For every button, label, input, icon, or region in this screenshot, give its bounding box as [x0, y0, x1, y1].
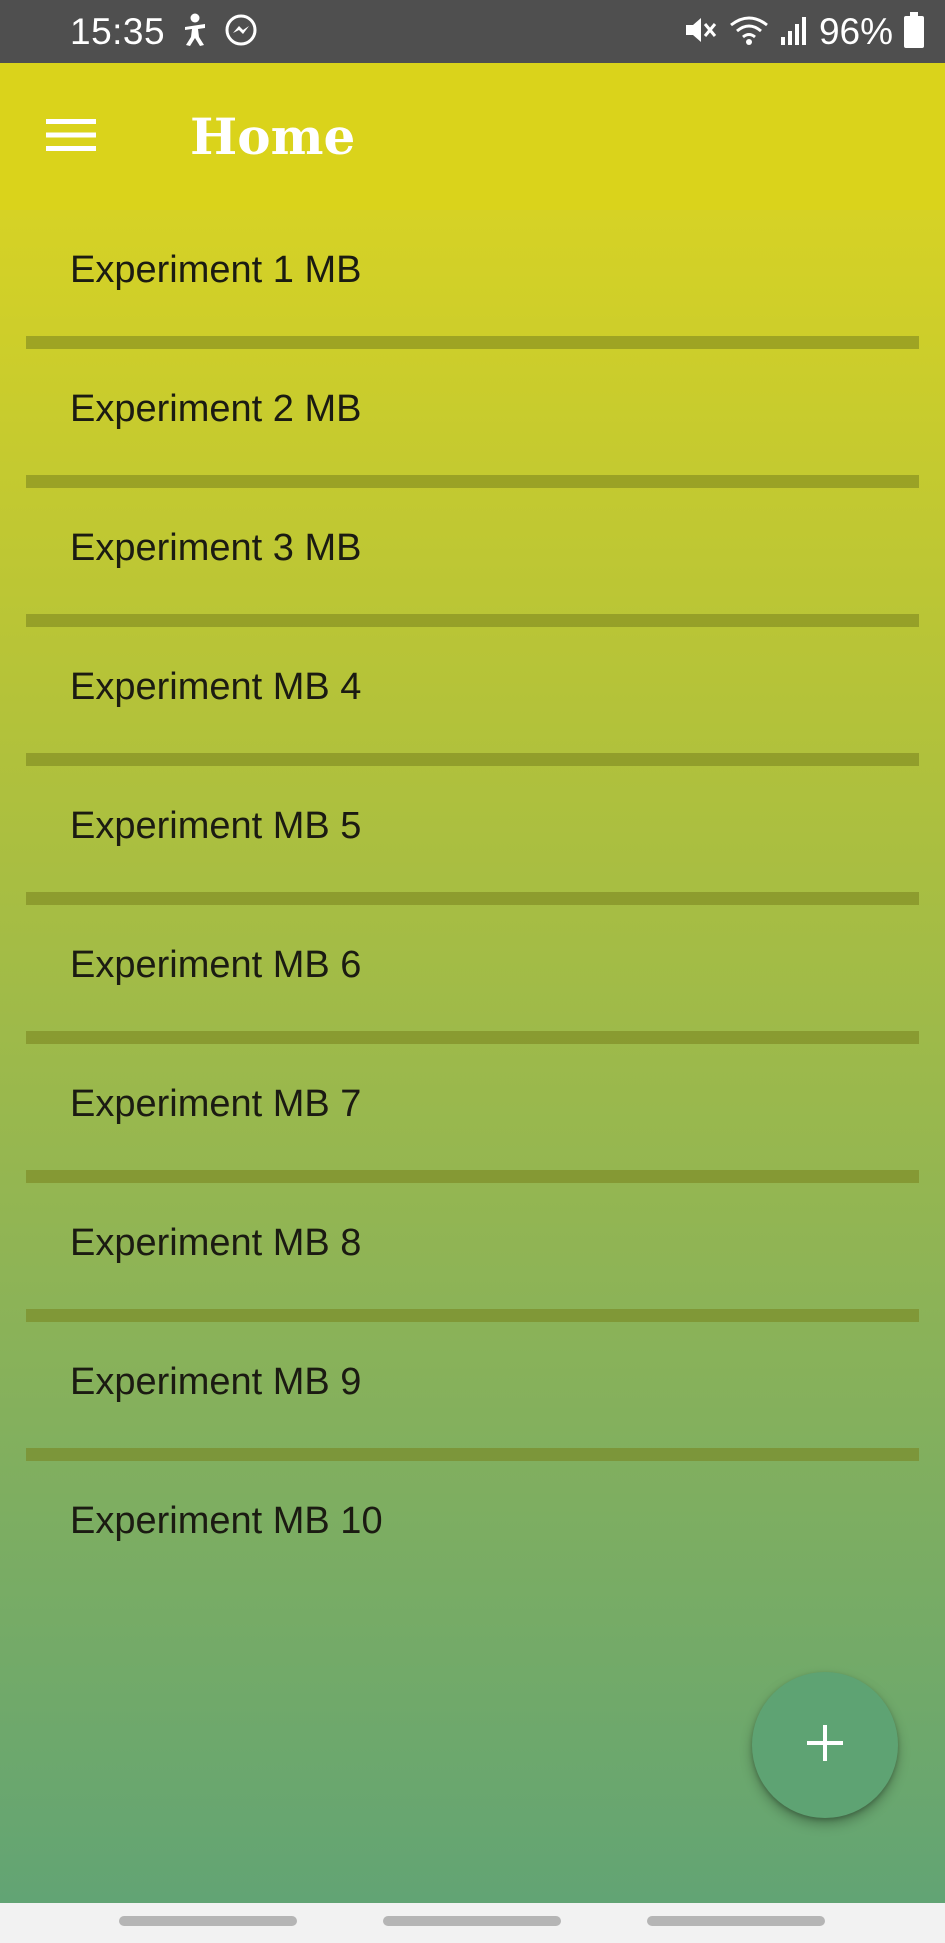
battery-icon	[903, 11, 925, 53]
hamburger-menu-icon[interactable]	[46, 117, 96, 158]
plus-icon[interactable]	[805, 1723, 845, 1768]
list-divider	[26, 1309, 919, 1322]
list-item[interactable]: Experiment 3 MB	[26, 488, 919, 614]
list-item-label: Experiment MB 10	[70, 1500, 383, 1542]
list-item[interactable]: Experiment MB 4	[26, 627, 919, 753]
list-item[interactable]: Experiment MB 8	[26, 1183, 919, 1309]
app-bar: Home	[0, 63, 945, 210]
accessibility-icon	[180, 13, 210, 52]
list-divider	[26, 475, 919, 488]
list-divider	[26, 892, 919, 905]
list-item[interactable]: Experiment MB 9	[26, 1322, 919, 1448]
signal-icon	[779, 13, 809, 52]
list-divider	[26, 1170, 919, 1183]
list-item-label: Experiment 3 MB	[70, 527, 362, 569]
mute-icon	[683, 13, 719, 52]
nav-recents-button[interactable]	[647, 1916, 825, 1926]
experiment-list-area: Experiment 1 MB Experiment 2 MB Experime…	[0, 210, 945, 1903]
nav-back-button[interactable]	[119, 1916, 297, 1926]
page-title: Home	[190, 107, 356, 166]
battery-percent: 96%	[818, 11, 893, 52]
list-item-label: Experiment MB 8	[70, 1222, 362, 1264]
messenger-icon	[224, 13, 258, 52]
menu-button[interactable]	[34, 109, 108, 165]
list-item-label: Experiment MB 4	[70, 666, 362, 708]
list-divider	[26, 1448, 919, 1461]
list-item-label: Experiment MB 9	[70, 1361, 362, 1403]
list-item[interactable]: Experiment MB 5	[26, 766, 919, 892]
list-item[interactable]: Experiment 1 MB	[26, 210, 919, 336]
list-item[interactable]: Experiment MB 10	[26, 1461, 919, 1587]
list-item-label: Experiment MB 7	[70, 1083, 362, 1125]
list-item[interactable]: Experiment MB 7	[26, 1044, 919, 1170]
app-screen: 15:35 96% Home Experiment 1 MB Experimen…	[0, 0, 945, 1943]
list-item-label: Experiment MB 5	[70, 805, 362, 847]
list-item[interactable]: Experiment 2 MB	[26, 349, 919, 475]
list-item[interactable]: Experiment MB 6	[26, 905, 919, 1031]
list-divider	[26, 336, 919, 349]
add-experiment-button[interactable]	[752, 1672, 898, 1818]
list-divider	[26, 753, 919, 766]
status-system-icons: 96%	[683, 10, 925, 54]
system-navigation-bar	[0, 1903, 945, 1943]
list-divider	[26, 1031, 919, 1044]
status-notification-icons	[180, 13, 258, 52]
wifi-icon	[729, 13, 769, 52]
list-item-label: Experiment MB 6	[70, 944, 362, 986]
experiment-list: Experiment 1 MB Experiment 2 MB Experime…	[26, 210, 919, 1587]
list-divider	[26, 614, 919, 627]
status-bar: 15:35 96%	[0, 0, 945, 63]
status-time: 15:35	[70, 11, 166, 52]
list-item-label: Experiment 2 MB	[70, 388, 362, 430]
nav-home-button[interactable]	[383, 1916, 561, 1926]
list-item-label: Experiment 1 MB	[70, 249, 362, 291]
